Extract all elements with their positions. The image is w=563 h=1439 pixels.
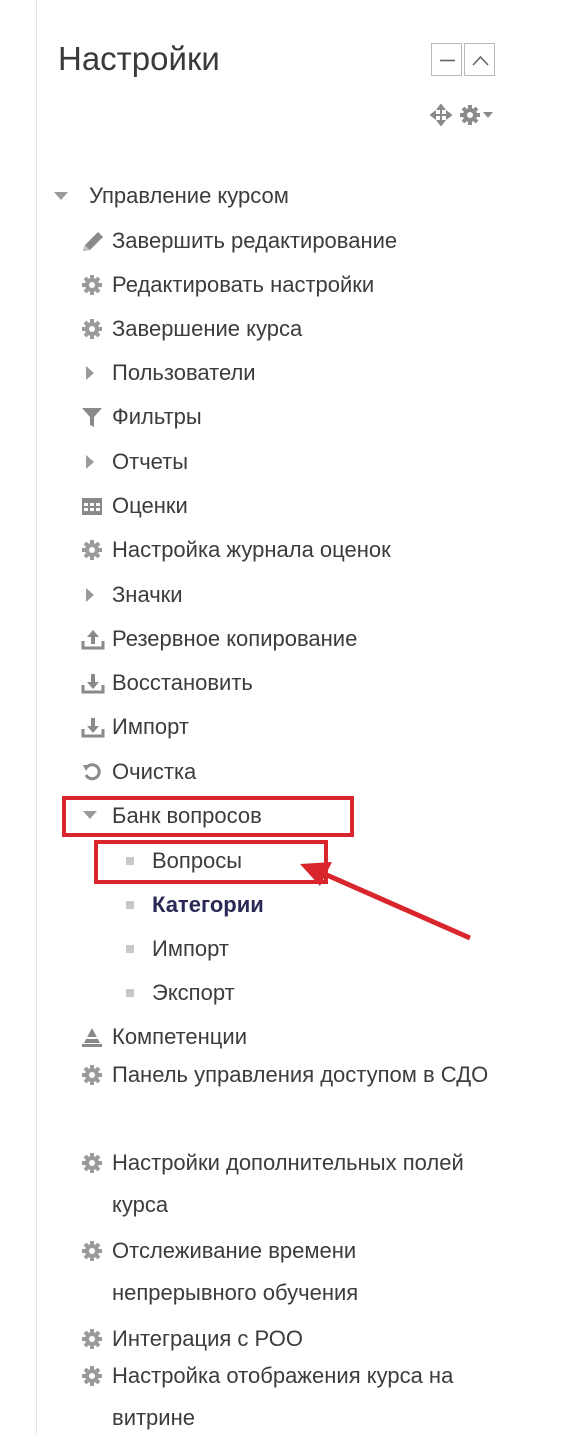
menu-item-gradebook-setup[interactable]: Настройка журнала оценок: [80, 535, 391, 565]
menu-item-access-panel[interactable]: Панель управления доступом в СДО: [80, 1054, 520, 1096]
gear-icon: [80, 316, 112, 342]
gear-icon: [80, 1142, 112, 1184]
competency-icon: [80, 1024, 112, 1050]
menu-item-course-completion[interactable]: Завершение курса: [80, 314, 302, 344]
menu-item-grades[interactable]: Оценки: [80, 491, 188, 521]
bullet-icon: [120, 980, 152, 1006]
menu-item-label: Панель управления доступом в СДО: [112, 1062, 489, 1087]
menu-item-backup[interactable]: Резервное копирование: [80, 624, 357, 654]
annotation-arrow: [300, 862, 472, 941]
menu-item-label: Импорт: [112, 714, 189, 739]
menu-item-time-tracking[interactable]: Отслеживание времени непрерывного обучен…: [80, 1230, 520, 1314]
menu-item-import[interactable]: Импорт: [80, 712, 189, 742]
minus-icon: [440, 59, 455, 62]
menu-item-categories[interactable]: Категории: [120, 890, 264, 920]
menu-item-label: Фильтры: [112, 404, 202, 429]
triangle-down-icon: [53, 183, 89, 209]
chevron-up-icon: [472, 55, 489, 66]
gear-icon: [80, 1054, 112, 1096]
menu-item-label: Компетенции: [112, 1024, 247, 1049]
triangle-right-icon: [80, 582, 112, 608]
menu-item-label: Оценки: [112, 493, 188, 518]
menu-item-label: Отчеты: [112, 449, 189, 474]
bullet-icon: [120, 936, 152, 962]
tree-node-label: Управление курсом: [89, 183, 289, 208]
gear-icon: [80, 272, 112, 298]
gear-icon: [80, 1326, 112, 1352]
caret-down-icon[interactable]: [483, 112, 493, 120]
menu-item-finish-editing[interactable]: Завершить редактирование: [80, 226, 397, 256]
triangle-right-icon: [80, 449, 112, 475]
menu-item-label: Редактировать настройки: [112, 272, 375, 297]
menu-item-label: Категории: [152, 892, 264, 917]
bullet-icon: [120, 892, 152, 918]
menu-item-edit-settings[interactable]: Редактировать настройки: [80, 270, 374, 300]
move-icon[interactable]: [430, 104, 452, 126]
triangle-right-icon: [80, 360, 112, 386]
tree-node-users[interactable]: Пользователи: [80, 358, 256, 388]
gear-icon: [80, 1355, 112, 1397]
gear-icon[interactable]: [459, 104, 481, 126]
collapse-block-button[interactable]: [431, 43, 462, 76]
menu-item-label: Резервное копирование: [112, 626, 358, 651]
menu-item-qb-export[interactable]: Экспорт: [120, 978, 235, 1008]
download-icon: [80, 670, 112, 696]
table-icon: [80, 493, 112, 519]
gear-icon: [80, 1230, 112, 1272]
menu-item-label: Отслеживание времени непрерывного обучен…: [112, 1238, 359, 1305]
upload-icon: [80, 626, 112, 652]
dock-block-button[interactable]: [464, 43, 495, 76]
tree-node-badges[interactable]: Значки: [80, 580, 183, 610]
menu-item-label: Настройка журнала оценок: [112, 537, 391, 562]
menu-item-label: Настройка отображения курса на витрине: [112, 1363, 454, 1430]
menu-item-label: Восстановить: [112, 670, 253, 695]
menu-item-label: Импорт: [152, 936, 229, 961]
menu-item-label: Завершить редактирование: [112, 228, 398, 253]
menu-item-label: Вопросы: [152, 848, 243, 873]
menu-item-label: Экспорт: [152, 980, 235, 1005]
gear-icon: [80, 537, 112, 563]
menu-item-label: Банк вопросов: [112, 803, 262, 828]
menu-item-reset[interactable]: Очистка: [80, 757, 196, 787]
menu-item-label: Завершение курса: [112, 316, 303, 341]
menu-item-restore[interactable]: Восстановить: [80, 668, 253, 698]
block-border: [36, 0, 37, 1434]
menu-item-extra-fields[interactable]: Настройки дополнительных полей курса: [80, 1142, 520, 1226]
tree-node-reports[interactable]: Отчеты: [80, 447, 188, 477]
filter-icon: [80, 404, 112, 430]
menu-item-filters[interactable]: Фильтры: [80, 402, 202, 432]
menu-item-label: Пользователи: [112, 360, 256, 385]
menu-item-competencies[interactable]: Компетенции: [80, 1022, 247, 1052]
menu-item-label: Очистка: [112, 759, 197, 784]
menu-item-roo-integration[interactable]: Интеграция с РОО: [80, 1324, 303, 1354]
download-icon: [80, 714, 112, 740]
pencil-icon: [80, 228, 112, 254]
menu-item-qb-import[interactable]: Импорт: [120, 934, 229, 964]
menu-item-showcase-display[interactable]: Настройка отображения курса на витрине: [80, 1355, 520, 1439]
menu-item-label: Интеграция с РОО: [112, 1326, 303, 1351]
triangle-down-icon: [80, 803, 112, 829]
refresh-icon: [80, 759, 112, 785]
block-title: Настройки: [58, 40, 220, 77]
bullet-icon: [120, 848, 152, 874]
menu-item-label: Настройки дополнительных полей курса: [112, 1150, 464, 1217]
menu-item-label: Значки: [112, 582, 183, 607]
tree-node-course-admin[interactable]: Управление курсом: [53, 181, 289, 211]
menu-item-questions[interactable]: Вопросы: [120, 846, 242, 876]
tree-node-question-bank[interactable]: Банк вопросов: [80, 801, 262, 831]
